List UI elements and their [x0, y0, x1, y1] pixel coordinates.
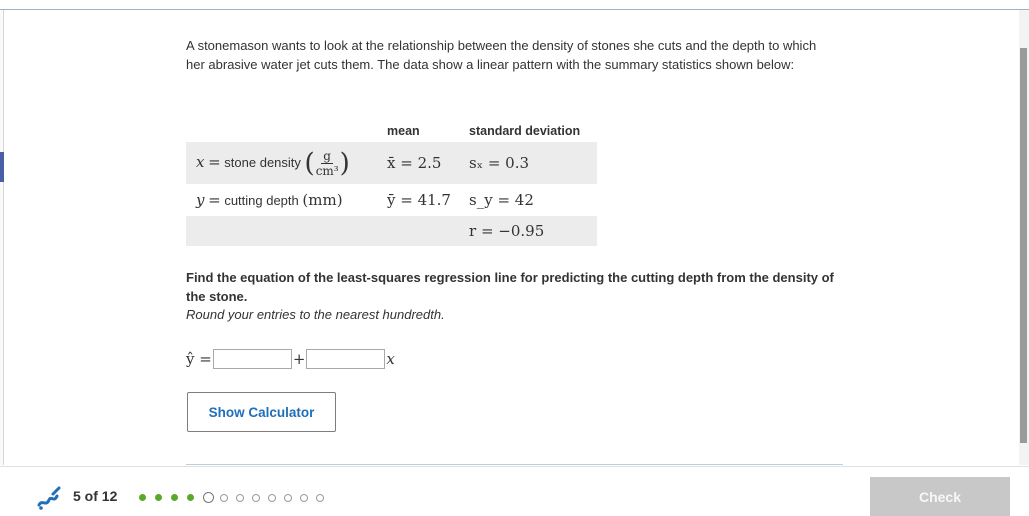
- problem-intro: A stonemason wants to look at the relati…: [186, 38, 817, 72]
- x-row-label-text: stone density: [224, 154, 301, 170]
- footer-bar: 5 of 12 Check: [0, 466, 1029, 516]
- progress-dot-todo: [268, 493, 276, 502]
- y-sd-cell: s_y = 42: [469, 191, 534, 209]
- progress-text: 5 of 12: [73, 488, 118, 504]
- progress-dots: [139, 492, 332, 503]
- scrollbar[interactable]: [1019, 10, 1029, 465]
- y-row-label: y = cutting depth (mm): [196, 191, 343, 209]
- show-calculator-button[interactable]: Show Calculator: [187, 392, 336, 432]
- left-panel-edge: [0, 10, 4, 465]
- r-cell: r = −0.95: [469, 216, 597, 246]
- progress-dot-done: [187, 494, 194, 501]
- progress-dot-todo: [252, 493, 260, 502]
- table-row-y: y = cutting depth (mm) ȳ = 41.7 s_y = 42: [186, 184, 597, 216]
- progress-dot-todo: [316, 493, 324, 502]
- density-unit-fraction: g cm³: [315, 148, 339, 178]
- y-row-label-text: cutting depth: [224, 193, 299, 208]
- progress-dot-done: [155, 494, 162, 501]
- intercept-input[interactable]: [212, 349, 292, 369]
- table-header-blank: [186, 120, 387, 142]
- progress-dot-done: [171, 494, 178, 501]
- summary-stats-table: mean standard deviation x = stone densit…: [186, 120, 597, 246]
- table-row-x: x = stone density (g cm³) x̄ = 2.5 sₓ = 0…: [186, 142, 597, 184]
- x-variable: x: [386, 350, 395, 368]
- table-header-sd: standard deviation: [469, 124, 581, 138]
- y-hat-label: ŷ =: [186, 350, 212, 368]
- content-separator: [186, 464, 843, 465]
- y-mean-cell: ȳ = 41.7: [387, 191, 451, 209]
- top-bar: [0, 0, 1029, 10]
- khan-pencil-logo-icon: [37, 486, 61, 510]
- left-panel-marker: [0, 152, 4, 182]
- progress-dot-todo: [300, 493, 308, 502]
- x-row-label: x = stone density (g cm³): [186, 142, 387, 184]
- table-header-row: mean standard deviation: [186, 120, 597, 142]
- progress-dot-done: [139, 494, 146, 501]
- x-mean-cell: x̄ = 2.5: [387, 142, 469, 184]
- plus-sign: +: [292, 350, 306, 368]
- regression-equation: ŷ = + x: [186, 348, 395, 370]
- progress-dot-todo: [220, 493, 228, 502]
- table-header-mean: mean: [387, 124, 420, 138]
- rounding-hint: Round your entries to the nearest hundre…: [186, 307, 445, 322]
- progress-dot-todo: [284, 493, 292, 502]
- slope-input[interactable]: [306, 349, 386, 369]
- x-sd-cell: sₓ = 0.3: [469, 142, 597, 184]
- check-button[interactable]: Check: [870, 477, 1010, 516]
- scrollbar-thumb[interactable]: [1020, 48, 1027, 443]
- progress-dot-current: [203, 492, 214, 503]
- progress-dot-todo: [236, 493, 244, 502]
- question-text: Find the equation of the least-squares r…: [186, 270, 834, 304]
- problem-content: A stonemason wants to look at the relati…: [186, 36, 841, 432]
- table-row-r: r = −0.95: [186, 216, 597, 246]
